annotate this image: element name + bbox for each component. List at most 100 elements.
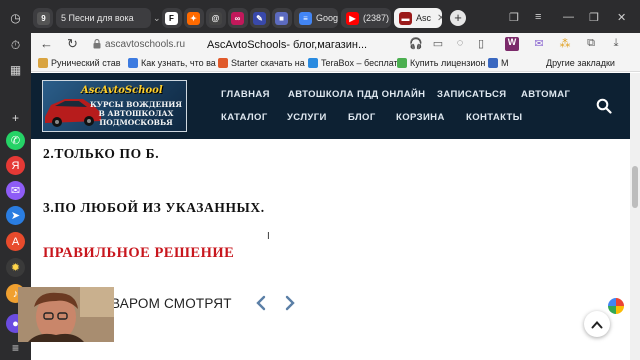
menu-automag[interactable]: АВТОМАГ xyxy=(521,89,570,100)
tab-at[interactable]: @ xyxy=(206,8,226,28)
answer-option-3: 3.ПО ЛЮБОЙ ИЗ УКАЗАННЫХ. xyxy=(43,200,265,215)
apps-grid-icon[interactable]: ▦ xyxy=(6,60,25,79)
bookmark-item[interactable]: M xyxy=(488,58,509,68)
address-bar[interactable]: ascavtoschools.ru AscAvtoSchools- блог,м… xyxy=(93,35,463,54)
menu-services[interactable]: УСЛУГИ xyxy=(287,112,327,123)
restore-icon[interactable]: ❐ xyxy=(589,11,599,24)
bookmark-favicon-icon xyxy=(218,58,228,68)
whatsapp-icon[interactable]: ✆ xyxy=(6,131,25,150)
tab-songs[interactable]: 5 Песни для вока xyxy=(56,8,151,28)
clock-icon[interactable]: ⏱ xyxy=(6,36,25,55)
page-scrollbar[interactable] xyxy=(630,73,640,360)
bookmark-item[interactable]: Купить лицензион xyxy=(397,58,485,68)
bookmark-label: Купить лицензион xyxy=(410,58,486,68)
scrollbar-thumb[interactable] xyxy=(632,166,638,208)
page-title: AscAvtoSchools- блог,магазин... xyxy=(207,38,368,51)
tab-label: (2387) xyxy=(363,13,390,23)
tab-label: 5 Песни для вока xyxy=(61,13,134,23)
at-icon: @ xyxy=(209,11,222,25)
docs-icon: ≡ xyxy=(299,11,312,25)
bookmark-item[interactable]: Как узнать, что ва xyxy=(128,58,216,68)
menu-blog[interactable]: БЛОГ xyxy=(348,112,376,123)
bookmark-label: TeraBox – бесплат xyxy=(321,58,398,68)
youtube-icon: ▶ xyxy=(346,11,359,25)
bookmark-item[interactable]: TeraBox – бесплат xyxy=(308,58,398,68)
answer-option-2: 2.ТОЛЬКО ПО Б. xyxy=(43,146,160,161)
menu-cart[interactable]: КОРЗИНА xyxy=(396,112,445,123)
chevron-up-icon xyxy=(591,320,603,328)
bookmark-favicon-icon xyxy=(488,58,498,68)
sun-icon[interactable]: ✹ xyxy=(6,258,25,277)
address-bar-row: ← ↻ ascavtoschools.ru AscAvtoSchools- бл… xyxy=(31,33,640,56)
yandex-icon[interactable]: Я xyxy=(6,156,25,175)
menu-online-school[interactable]: АВТОШКОЛА ПДД ОНЛАЙН xyxy=(288,89,425,100)
bookmark-icon[interactable]: ▯ xyxy=(474,37,488,51)
bookmark-window-icon[interactable]: ❐ xyxy=(509,11,519,24)
tab-puzzle[interactable]: ■ xyxy=(272,8,292,28)
reload-icon[interactable]: ↻ xyxy=(67,36,78,52)
tab-menu-icon[interactable]: ≡ xyxy=(535,11,541,23)
extensions-puzzle-icon[interactable]: ⧉ xyxy=(584,37,598,51)
bookmark-favicon-icon xyxy=(128,58,138,68)
page-content: 2.ТОЛЬКО ПО Б. 3.ПО ЛЮБОЙ ИЗ УКАЗАННЫХ. … xyxy=(31,139,630,360)
logo-subtitle: КУРСЫ ВОЖДЕНИЯ В АВТОШКОЛАХ ПОДМОСКОВЬЯ xyxy=(89,100,183,127)
menu-catalog[interactable]: КАТАЛОГ xyxy=(221,112,268,123)
tab-active-site[interactable]: ▬ Asc ✕ xyxy=(394,8,442,28)
site-header: AscAvtoSchool КУРСЫ ВОЖДЕНИЯ В АВТОШКОЛА… xyxy=(31,73,630,139)
bookmark-favicon-icon xyxy=(397,58,407,68)
google-badge-icon[interactable] xyxy=(608,298,624,314)
bookmark-label: M xyxy=(501,58,509,68)
infinity-icon: ∞ xyxy=(231,11,244,25)
minimize-icon[interactable]: — xyxy=(563,11,574,23)
reader-mode-icon[interactable]: ▭ xyxy=(431,37,445,51)
history-icon[interactable]: ◷ xyxy=(6,8,25,27)
new-tab-button[interactable]: + xyxy=(450,10,466,26)
tab-pencil[interactable]: ✎ xyxy=(250,8,270,28)
tab-google[interactable]: ≡ Google xyxy=(294,8,338,28)
lock-icon xyxy=(93,39,101,49)
tab-flame[interactable]: ✦ xyxy=(184,8,204,28)
downloads-icon[interactable]: ⤓ xyxy=(609,37,623,51)
telegram-icon[interactable]: ➤ xyxy=(6,206,25,225)
close-icon[interactable]: ✕ xyxy=(437,13,442,24)
also-watch-heading: ВАРОМ СМОТРЯТ xyxy=(111,296,232,311)
bookmark-label: Рунический став xyxy=(51,58,121,68)
carousel-next-icon[interactable] xyxy=(283,294,297,312)
window-close-icon[interactable]: ✕ xyxy=(617,11,626,24)
w-extension-icon[interactable]: W xyxy=(505,37,519,51)
tab-label: Google xyxy=(316,13,338,23)
flame-icon: ✦ xyxy=(187,11,200,25)
tab-f[interactable]: F xyxy=(162,8,182,28)
text-cursor-icon: I xyxy=(267,231,270,242)
bookmark-favicon-icon xyxy=(308,58,318,68)
tab-counter-icon: 9 xyxy=(37,11,50,25)
mail-extension-icon[interactable]: ✉ xyxy=(532,37,546,51)
site-logo[interactable]: AscAvtoSchool КУРСЫ ВОЖДЕНИЯ В АВТОШКОЛА… xyxy=(42,80,187,132)
menu-contacts[interactable]: КОНТАКТЫ xyxy=(466,112,522,123)
chevron-down-icon: ⌄ xyxy=(153,12,161,23)
chat-icon[interactable]: ◌ xyxy=(453,37,467,51)
other-bookmarks[interactable]: Другие закладки xyxy=(546,58,615,68)
correct-answer-heading[interactable]: ПРАВИЛЬНОЕ РЕШЕНИЕ xyxy=(43,245,234,262)
menu-home[interactable]: ГЛАВНАЯ xyxy=(221,89,270,100)
search-icon[interactable] xyxy=(596,98,612,114)
bookmarks-bar: Рунический став Как узнать, что ва Start… xyxy=(31,56,640,72)
extension-dots-icon[interactable]: ⁂ xyxy=(558,37,572,51)
headphones-icon[interactable]: 🎧 xyxy=(409,37,423,51)
scroll-to-top-button[interactable] xyxy=(584,311,610,337)
puzzle-icon: ■ xyxy=(275,11,288,25)
messenger-icon[interactable]: ✉ xyxy=(6,181,25,200)
bookmark-item[interactable]: Рунический став xyxy=(38,58,121,68)
bookmark-label: Как узнать, что ва xyxy=(141,58,216,68)
bookmark-item[interactable]: Starter скачать на xyxy=(218,58,305,68)
back-icon[interactable]: ← xyxy=(40,36,53,51)
url-domain: ascavtoschools.ru xyxy=(105,39,186,50)
tab-youtube[interactable]: ▶ (2387) xyxy=(341,8,391,28)
tab-infinity[interactable]: ∞ xyxy=(228,8,248,28)
translate-icon[interactable]: A xyxy=(6,232,25,251)
carousel-prev-icon[interactable] xyxy=(254,294,268,312)
pencil-icon: ✎ xyxy=(253,11,266,25)
tab-counter[interactable]: 9 xyxy=(33,8,53,28)
menu-signup[interactable]: ЗАПИСАТЬСЯ xyxy=(437,89,506,100)
add-panel-icon[interactable]: + xyxy=(6,108,25,127)
